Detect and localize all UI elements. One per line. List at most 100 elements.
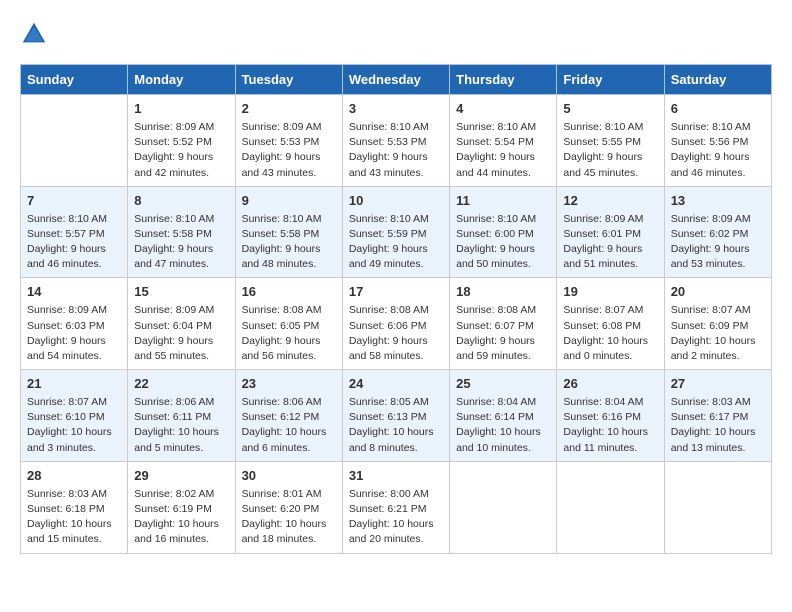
calendar-cell: 11Sunrise: 8:10 AMSunset: 6:00 PMDayligh… <box>450 186 557 278</box>
day-info: Sunrise: 8:10 AMSunset: 5:58 PMDaylight:… <box>134 212 228 273</box>
day-info: Sunrise: 8:07 AMSunset: 6:08 PMDaylight:… <box>563 303 657 364</box>
day-info: Sunrise: 8:06 AMSunset: 6:11 PMDaylight:… <box>134 395 228 456</box>
day-number: 20 <box>671 283 765 302</box>
day-number: 31 <box>349 467 443 486</box>
page-header <box>20 20 772 48</box>
day-number: 22 <box>134 375 228 394</box>
logo <box>20 20 52 48</box>
calendar-cell: 4Sunrise: 8:10 AMSunset: 5:54 PMDaylight… <box>450 95 557 187</box>
day-number: 27 <box>671 375 765 394</box>
calendar-cell: 15Sunrise: 8:09 AMSunset: 6:04 PMDayligh… <box>128 278 235 370</box>
day-number: 6 <box>671 100 765 119</box>
calendar-cell: 24Sunrise: 8:05 AMSunset: 6:13 PMDayligh… <box>342 370 449 462</box>
day-number: 5 <box>563 100 657 119</box>
day-number: 28 <box>27 467 121 486</box>
calendar-cell: 16Sunrise: 8:08 AMSunset: 6:05 PMDayligh… <box>235 278 342 370</box>
calendar-cell: 30Sunrise: 8:01 AMSunset: 6:20 PMDayligh… <box>235 461 342 553</box>
day-number: 21 <box>27 375 121 394</box>
calendar-cell: 17Sunrise: 8:08 AMSunset: 6:06 PMDayligh… <box>342 278 449 370</box>
calendar-cell: 21Sunrise: 8:07 AMSunset: 6:10 PMDayligh… <box>21 370 128 462</box>
calendar-cell: 6Sunrise: 8:10 AMSunset: 5:56 PMDaylight… <box>664 95 771 187</box>
calendar-cell <box>557 461 664 553</box>
day-info: Sunrise: 8:06 AMSunset: 6:12 PMDaylight:… <box>242 395 336 456</box>
day-info: Sunrise: 8:08 AMSunset: 6:05 PMDaylight:… <box>242 303 336 364</box>
calendar-cell: 25Sunrise: 8:04 AMSunset: 6:14 PMDayligh… <box>450 370 557 462</box>
calendar-cell: 12Sunrise: 8:09 AMSunset: 6:01 PMDayligh… <box>557 186 664 278</box>
calendar-week-row: 21Sunrise: 8:07 AMSunset: 6:10 PMDayligh… <box>21 370 772 462</box>
calendar-cell: 10Sunrise: 8:10 AMSunset: 5:59 PMDayligh… <box>342 186 449 278</box>
calendar-cell: 14Sunrise: 8:09 AMSunset: 6:03 PMDayligh… <box>21 278 128 370</box>
day-info: Sunrise: 8:07 AMSunset: 6:09 PMDaylight:… <box>671 303 765 364</box>
day-number: 8 <box>134 192 228 211</box>
day-number: 12 <box>563 192 657 211</box>
calendar-cell: 2Sunrise: 8:09 AMSunset: 5:53 PMDaylight… <box>235 95 342 187</box>
header-saturday: Saturday <box>664 65 771 95</box>
day-info: Sunrise: 8:10 AMSunset: 5:54 PMDaylight:… <box>456 120 550 181</box>
day-number: 25 <box>456 375 550 394</box>
day-info: Sunrise: 8:08 AMSunset: 6:07 PMDaylight:… <box>456 303 550 364</box>
calendar-cell: 31Sunrise: 8:00 AMSunset: 6:21 PMDayligh… <box>342 461 449 553</box>
day-number: 15 <box>134 283 228 302</box>
day-info: Sunrise: 8:04 AMSunset: 6:14 PMDaylight:… <box>456 395 550 456</box>
day-number: 29 <box>134 467 228 486</box>
calendar-cell: 1Sunrise: 8:09 AMSunset: 5:52 PMDaylight… <box>128 95 235 187</box>
calendar-cell: 19Sunrise: 8:07 AMSunset: 6:08 PMDayligh… <box>557 278 664 370</box>
day-info: Sunrise: 8:09 AMSunset: 6:03 PMDaylight:… <box>27 303 121 364</box>
day-number: 19 <box>563 283 657 302</box>
day-number: 26 <box>563 375 657 394</box>
day-number: 30 <box>242 467 336 486</box>
calendar-cell <box>664 461 771 553</box>
day-info: Sunrise: 8:03 AMSunset: 6:18 PMDaylight:… <box>27 487 121 548</box>
calendar-cell: 7Sunrise: 8:10 AMSunset: 5:57 PMDaylight… <box>21 186 128 278</box>
day-info: Sunrise: 8:09 AMSunset: 6:01 PMDaylight:… <box>563 212 657 273</box>
calendar-week-row: 1Sunrise: 8:09 AMSunset: 5:52 PMDaylight… <box>21 95 772 187</box>
day-number: 4 <box>456 100 550 119</box>
day-info: Sunrise: 8:02 AMSunset: 6:19 PMDaylight:… <box>134 487 228 548</box>
day-info: Sunrise: 8:07 AMSunset: 6:10 PMDaylight:… <box>27 395 121 456</box>
day-number: 10 <box>349 192 443 211</box>
day-number: 7 <box>27 192 121 211</box>
day-number: 3 <box>349 100 443 119</box>
day-info: Sunrise: 8:10 AMSunset: 5:59 PMDaylight:… <box>349 212 443 273</box>
calendar-week-row: 28Sunrise: 8:03 AMSunset: 6:18 PMDayligh… <box>21 461 772 553</box>
day-info: Sunrise: 8:10 AMSunset: 5:58 PMDaylight:… <box>242 212 336 273</box>
day-number: 9 <box>242 192 336 211</box>
day-info: Sunrise: 8:10 AMSunset: 5:55 PMDaylight:… <box>563 120 657 181</box>
calendar-cell: 27Sunrise: 8:03 AMSunset: 6:17 PMDayligh… <box>664 370 771 462</box>
day-number: 24 <box>349 375 443 394</box>
calendar-cell: 8Sunrise: 8:10 AMSunset: 5:58 PMDaylight… <box>128 186 235 278</box>
day-number: 1 <box>134 100 228 119</box>
day-info: Sunrise: 8:09 AMSunset: 5:52 PMDaylight:… <box>134 120 228 181</box>
day-info: Sunrise: 8:00 AMSunset: 6:21 PMDaylight:… <box>349 487 443 548</box>
day-info: Sunrise: 8:09 AMSunset: 5:53 PMDaylight:… <box>242 120 336 181</box>
day-info: Sunrise: 8:03 AMSunset: 6:17 PMDaylight:… <box>671 395 765 456</box>
day-number: 16 <box>242 283 336 302</box>
day-info: Sunrise: 8:05 AMSunset: 6:13 PMDaylight:… <box>349 395 443 456</box>
header-wednesday: Wednesday <box>342 65 449 95</box>
day-number: 11 <box>456 192 550 211</box>
day-number: 23 <box>242 375 336 394</box>
calendar-cell: 26Sunrise: 8:04 AMSunset: 6:16 PMDayligh… <box>557 370 664 462</box>
calendar-cell: 13Sunrise: 8:09 AMSunset: 6:02 PMDayligh… <box>664 186 771 278</box>
header-monday: Monday <box>128 65 235 95</box>
day-info: Sunrise: 8:10 AMSunset: 6:00 PMDaylight:… <box>456 212 550 273</box>
calendar-cell: 18Sunrise: 8:08 AMSunset: 6:07 PMDayligh… <box>450 278 557 370</box>
calendar-week-row: 7Sunrise: 8:10 AMSunset: 5:57 PMDaylight… <box>21 186 772 278</box>
calendar-cell: 9Sunrise: 8:10 AMSunset: 5:58 PMDaylight… <box>235 186 342 278</box>
day-info: Sunrise: 8:08 AMSunset: 6:06 PMDaylight:… <box>349 303 443 364</box>
header-thursday: Thursday <box>450 65 557 95</box>
calendar-cell: 22Sunrise: 8:06 AMSunset: 6:11 PMDayligh… <box>128 370 235 462</box>
day-number: 18 <box>456 283 550 302</box>
day-info: Sunrise: 8:10 AMSunset: 5:53 PMDaylight:… <box>349 120 443 181</box>
day-info: Sunrise: 8:10 AMSunset: 5:56 PMDaylight:… <box>671 120 765 181</box>
calendar-cell: 5Sunrise: 8:10 AMSunset: 5:55 PMDaylight… <box>557 95 664 187</box>
calendar-cell: 29Sunrise: 8:02 AMSunset: 6:19 PMDayligh… <box>128 461 235 553</box>
calendar-cell <box>450 461 557 553</box>
day-number: 17 <box>349 283 443 302</box>
day-info: Sunrise: 8:09 AMSunset: 6:04 PMDaylight:… <box>134 303 228 364</box>
calendar-cell: 23Sunrise: 8:06 AMSunset: 6:12 PMDayligh… <box>235 370 342 462</box>
day-info: Sunrise: 8:04 AMSunset: 6:16 PMDaylight:… <box>563 395 657 456</box>
day-info: Sunrise: 8:09 AMSunset: 6:02 PMDaylight:… <box>671 212 765 273</box>
calendar-table: SundayMondayTuesdayWednesdayThursdayFrid… <box>20 64 772 554</box>
calendar-cell: 3Sunrise: 8:10 AMSunset: 5:53 PMDaylight… <box>342 95 449 187</box>
